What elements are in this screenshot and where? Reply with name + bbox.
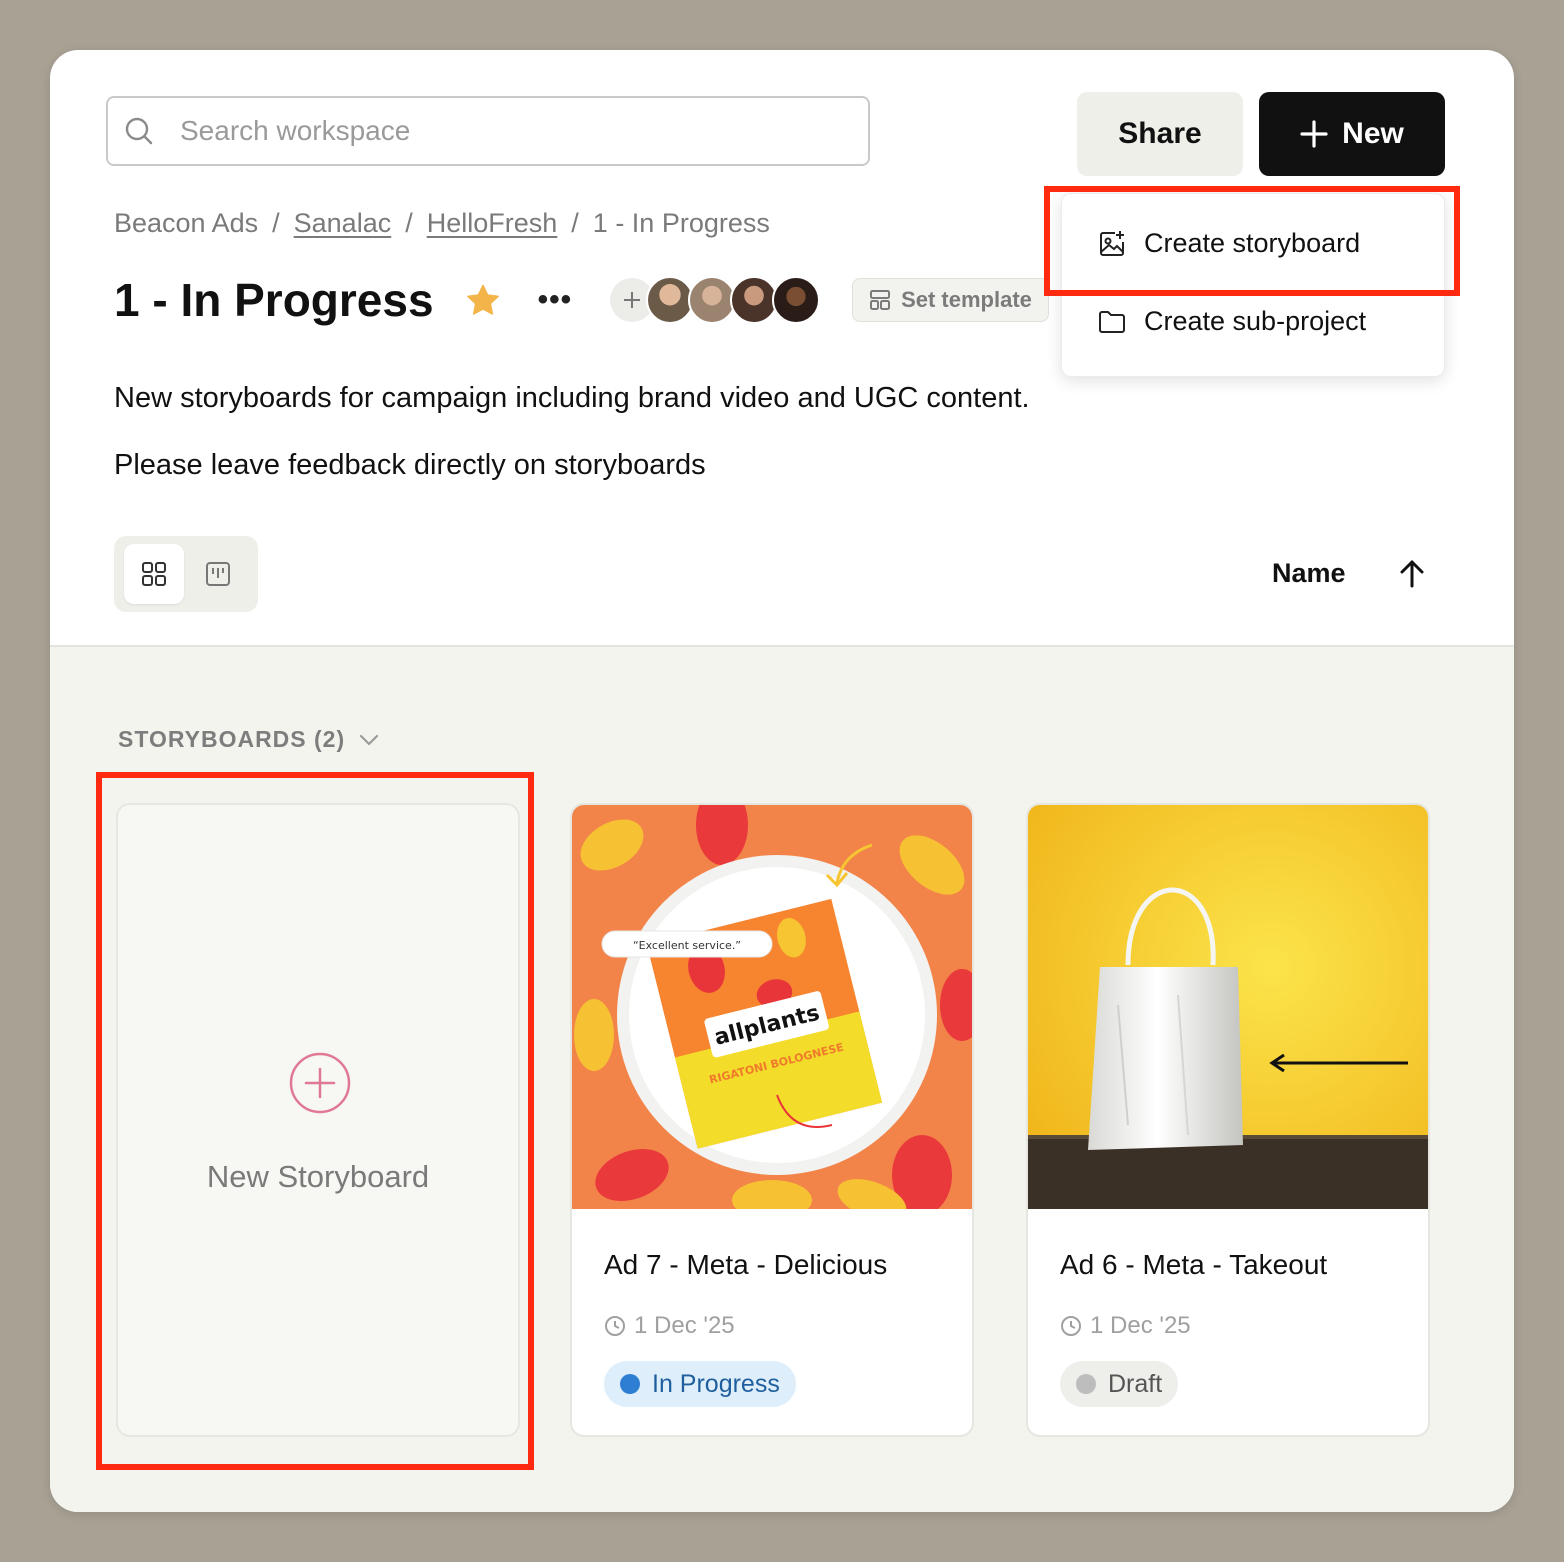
section-label: STORYBOARDS (2) — [118, 726, 346, 752]
status-badge[interactable]: In Progress — [604, 1361, 796, 1407]
add-circle-icon — [288, 1051, 352, 1120]
share-button[interactable]: Share — [1077, 92, 1243, 176]
status-badge[interactable]: Draft — [1060, 1361, 1179, 1407]
workspace-window: Share New Beacon Ads / Sanalac / HelloFr… — [50, 50, 1514, 1512]
template-icon — [869, 289, 891, 311]
breadcrumb-item-beacon-ads[interactable]: Beacon Ads — [114, 208, 258, 239]
board-icon — [205, 561, 231, 587]
title-row: 1 - In Progress ••• Set template — [114, 270, 1049, 330]
new-menu-dropdown: Create storyboard Create sub-project — [1061, 193, 1445, 377]
new-storyboard-label: New Storyboard — [206, 1159, 430, 1194]
chevron-down-icon — [359, 734, 379, 746]
page-title: 1 - In Progress — [114, 274, 434, 326]
breadcrumb: Beacon Ads / Sanalac / HelloFresh / 1 - … — [114, 208, 770, 239]
status-dot — [620, 1374, 640, 1394]
menu-item-label: Create storyboard — [1144, 228, 1361, 258]
menu-item-label: Create sub-project — [1144, 306, 1367, 336]
storyboard-card[interactable]: allplants RIGATONI BOLOGNESE “Excellent … — [570, 803, 974, 1437]
status-label: In Progress — [652, 1369, 780, 1398]
grid-view-button[interactable] — [124, 544, 184, 604]
search-input[interactable] — [178, 114, 822, 148]
new-storyboard-card[interactable]: New Storyboard — [116, 803, 520, 1437]
date-text: 1 Dec '25 — [634, 1312, 735, 1339]
more-options-icon[interactable]: ••• — [538, 283, 573, 317]
storyboard-title: Ad 6 - Meta - Takeout — [1060, 1249, 1328, 1280]
grid-icon — [141, 561, 167, 587]
storyboard-date: 1 Dec '25 — [604, 1312, 735, 1340]
storyboard-thumbnail — [1028, 805, 1428, 1209]
avatar — [646, 276, 695, 324]
storyboard-date: 1 Dec '25 — [1060, 1312, 1191, 1340]
storyboard-card[interactable]: Ad 6 - Meta - Takeout 1 Dec '25 Draft — [1026, 803, 1430, 1437]
thumb-quote-text: “Excellent service.” — [633, 939, 741, 952]
folder-icon — [1098, 310, 1126, 334]
breadcrumb-separator: / — [272, 208, 280, 238]
star-icon[interactable] — [466, 284, 500, 316]
avatar — [688, 276, 737, 324]
set-template-button[interactable]: Set template — [852, 278, 1049, 322]
status-label: Draft — [1108, 1369, 1163, 1398]
storyboard-title: Ad 7 - Meta - Delicious — [604, 1249, 888, 1280]
view-toggle — [114, 536, 258, 612]
storyboard-thumbnail: allplants RIGATONI BOLOGNESE “Excellent … — [572, 805, 972, 1221]
create-storyboard-menu-item[interactable]: Create storyboard — [1098, 228, 1360, 259]
sort-field-button[interactable]: Name — [1272, 558, 1346, 589]
new-button[interactable]: New — [1259, 92, 1445, 176]
breadcrumb-item-hellofresh[interactable]: HelloFresh — [427, 208, 558, 239]
breadcrumb-separator: / — [571, 208, 579, 238]
member-avatars[interactable] — [646, 276, 821, 324]
search-bar[interactable] — [106, 96, 870, 166]
breadcrumb-item-sanalac[interactable]: Sanalac — [294, 208, 392, 239]
arrow-up-icon[interactable] — [1394, 555, 1430, 591]
search-icon — [124, 116, 154, 146]
date-text: 1 Dec '25 — [1090, 1312, 1191, 1339]
avatar — [730, 276, 779, 324]
image-plus-icon — [1098, 230, 1126, 258]
board-view-button[interactable] — [188, 544, 248, 604]
status-dot — [1076, 1374, 1096, 1394]
description-line: Please leave feedback directly on storyb… — [114, 449, 706, 481]
plus-icon — [1300, 120, 1328, 148]
avatar — [772, 276, 821, 324]
set-template-label: Set template — [901, 287, 1032, 312]
breadcrumb-item-current: 1 - In Progress — [592, 208, 770, 238]
description-line: New storyboards for campaign including b… — [114, 382, 1030, 414]
create-sub-project-menu-item[interactable]: Create sub-project — [1098, 306, 1366, 337]
clock-icon — [604, 1315, 626, 1337]
storyboards-section-toggle[interactable]: STORYBOARDS (2) — [118, 726, 379, 753]
breadcrumb-separator: / — [405, 208, 413, 238]
clock-icon — [1060, 1315, 1082, 1337]
new-button-label: New — [1342, 117, 1404, 150]
